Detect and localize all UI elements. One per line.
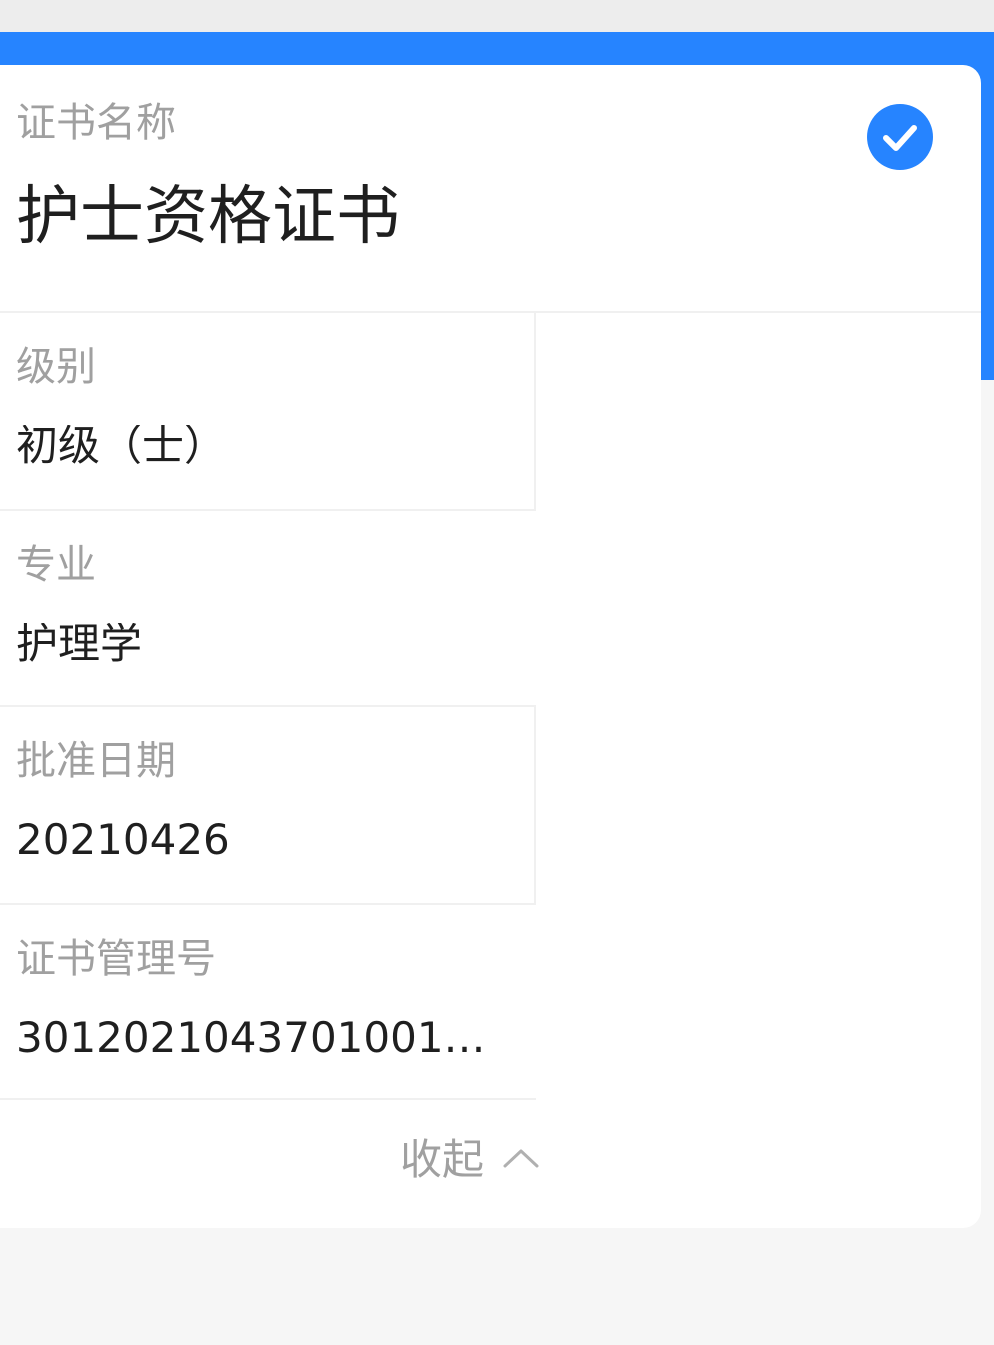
collapse-label: 收起	[400, 1135, 485, 1184]
field-major-label: 专业	[16, 542, 96, 588]
collapse-button[interactable]: 收起	[400, 1135, 540, 1185]
certificate-header: 证书名称 护士资格证书	[0, 65, 981, 313]
field-approval-date-value: 20210426	[16, 819, 230, 861]
field-major-value: 护理学	[16, 623, 143, 665]
field-level-label: 级别	[16, 344, 96, 390]
chevron-up-icon	[502, 1146, 540, 1174]
check-circle-icon[interactable]	[867, 104, 933, 170]
field-major: 专业 护理学	[0, 511, 536, 705]
field-management-no-value: 30120210437010010010010	[16, 1017, 502, 1059]
certificate-name-value: 护士资格证书	[16, 180, 400, 254]
field-level-value: 初级（士）	[16, 425, 227, 467]
certificate-card: 证书名称 护士资格证书 级别 初级（士） 专业 护理学 批准日期 2021042…	[0, 65, 981, 1228]
field-approval-date-label: 批准日期	[16, 738, 176, 784]
status-bar-area	[0, 0, 994, 32]
field-level: 级别 初级（士）	[0, 311, 536, 511]
certificate-name-label: 证书名称	[16, 100, 176, 146]
field-management-no: 证书管理号 30120210437010010010010	[0, 905, 536, 1100]
field-approval-date: 批准日期 20210426	[0, 705, 536, 905]
field-management-no-label: 证书管理号	[16, 936, 216, 982]
